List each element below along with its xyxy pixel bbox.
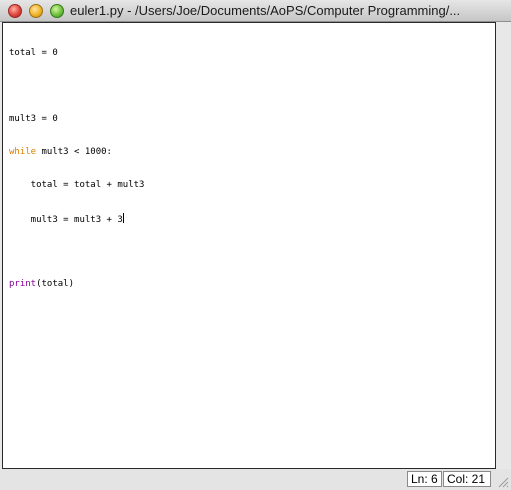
title-bar[interactable]: euler1.py - /Users/Joe/Documents/AoPS/Co… [0, 0, 511, 22]
code-editor[interactable]: total = 0 mult3 = 0 while mult3 < 1000: … [2, 22, 496, 469]
keyword-while: while [9, 147, 37, 157]
window-title: euler1.py - /Users/Joe/Documents/AoPS/Co… [70, 3, 461, 18]
code-line-4-rest: mult3 < 1000: [36, 147, 112, 157]
minimize-button[interactable] [29, 4, 43, 18]
zoom-button[interactable] [50, 4, 64, 18]
text-cursor [122, 213, 124, 223]
minimize-icon [30, 5, 42, 17]
status-bar: Ln: 6 Col: 21 [0, 469, 511, 490]
code-text[interactable]: total = 0 mult3 = 0 while mult3 < 1000: … [9, 26, 144, 312]
code-line-1[interactable]: total = 0 [9, 48, 144, 59]
code-line-2[interactable] [9, 81, 144, 92]
close-icon [9, 5, 21, 17]
code-line-7[interactable] [9, 246, 144, 257]
close-button[interactable] [8, 4, 22, 18]
code-line-6[interactable]: mult3 = mult3 + 3 [9, 213, 144, 225]
code-line-8-rest: (total) [36, 279, 75, 289]
code-line-6-text: mult3 = mult3 + 3 [9, 215, 123, 225]
code-line-8[interactable]: print(total) [9, 279, 144, 290]
code-line-4[interactable]: while mult3 < 1000: [9, 147, 144, 158]
line-number-indicator: Ln: 6 [407, 471, 442, 487]
builtin-print: print [9, 279, 37, 289]
resize-grip-icon[interactable] [497, 476, 509, 488]
code-line-3[interactable]: mult3 = 0 [9, 114, 144, 125]
code-line-5[interactable]: total = total + mult3 [9, 180, 145, 191]
editor-window: euler1.py - /Users/Joe/Documents/AoPS/Co… [0, 0, 511, 490]
zoom-icon [51, 5, 63, 17]
column-number-indicator: Col: 21 [443, 471, 491, 487]
